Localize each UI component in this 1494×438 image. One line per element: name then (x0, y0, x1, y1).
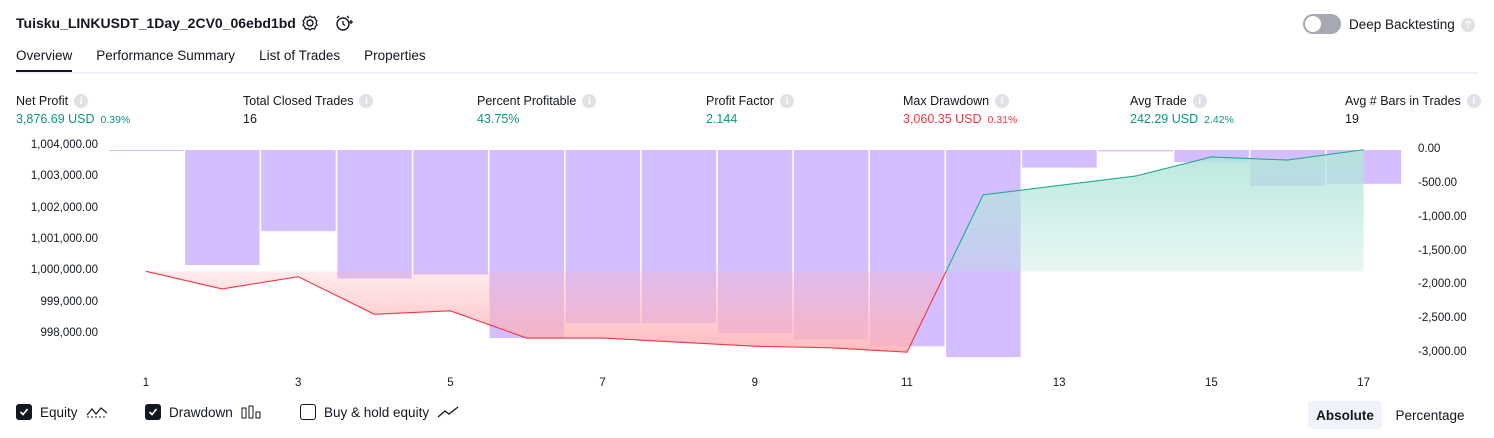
x-axis-tick: 9 (751, 377, 758, 389)
stat-avg-trade: Avg Trade i 242.29 USD 2.42% (1130, 94, 1234, 126)
equity-line-icon (86, 407, 107, 418)
info-icon[interactable]: i (1192, 94, 1207, 108)
left-axis-tick: 999,000.00 (40, 295, 98, 308)
stat-label: Total Closed Trades (243, 94, 354, 108)
left-axis-tick: 1,004,000.00 (30, 139, 98, 151)
tab-performance-summary[interactable]: Performance Summary (96, 48, 235, 73)
stat-value: 2.144 (706, 112, 738, 126)
left-axis-tick: 1,003,000.00 (30, 170, 98, 183)
stat-percent: 2.42% (1204, 114, 1234, 126)
checkbox-checked-icon[interactable] (145, 404, 161, 420)
drawdown-bars-icon (241, 405, 261, 419)
stat-label: Profit Factor (706, 94, 775, 108)
legend-label: Equity (40, 404, 78, 420)
strategy-title: Tuisku_LINKUSDT_1Day_2CV0_06ebd1bd (16, 15, 296, 31)
right-axis-tick: 0.00 (1418, 143, 1441, 155)
legend-label: Buy & hold equity (324, 404, 430, 420)
stat-percent-profitable: Percent Profitable i 43.75% (477, 94, 597, 126)
add-alert-icon[interactable] (334, 13, 354, 33)
right-axis-tick: -3,000.00 (1418, 346, 1467, 358)
stat-value: 19 (1345, 112, 1359, 126)
drawdown-bar (185, 150, 260, 266)
right-axis-tick: -2,000.00 (1418, 278, 1467, 291)
info-icon[interactable]: i (995, 94, 1010, 108)
stat-value: 43.75% (477, 112, 520, 126)
tab-overview[interactable]: Overview (16, 48, 73, 73)
stat-max-drawdown: Max Drawdown i 3,060.35 USD 0.31% (903, 94, 1017, 126)
stat-avg-bars-in-trades: Avg # Bars in Trades i 19 (1345, 94, 1481, 126)
x-axis-tick: 3 (294, 377, 302, 389)
x-axis-tick: 13 (1052, 377, 1066, 389)
stat-label: Avg Trade (1130, 94, 1187, 108)
help-icon[interactable]: ? (1461, 18, 1475, 32)
tab-divider (16, 72, 1478, 74)
info-icon[interactable]: i (359, 94, 374, 108)
x-axis-tick: 7 (599, 377, 606, 389)
right-axis-tick: -1,000.00 (1418, 210, 1467, 223)
info-icon[interactable]: i (780, 94, 795, 108)
left-axis-tick: 998,000.00 (40, 327, 98, 339)
left-axis-tick: 1,000,000.00 (30, 264, 98, 277)
x-axis-tick: 1 (142, 377, 150, 389)
stat-value: 16 (243, 112, 257, 126)
drawdown-bar (109, 150, 184, 151)
checkbox-checked-icon[interactable] (16, 404, 32, 420)
left-axis-tick: 1,002,000.00 (30, 201, 98, 214)
buy-hold-line-icon (437, 406, 459, 418)
loss-area (146, 271, 947, 353)
drawdown-bar (413, 150, 488, 275)
percentage-button[interactable]: Percentage (1386, 401, 1474, 429)
stat-total-closed-trades: Total Closed Trades i 16 (243, 94, 374, 126)
x-axis-tick: 5 (447, 377, 454, 389)
info-icon[interactable]: i (1466, 94, 1481, 108)
stat-value: 3,060.35 USD (903, 112, 982, 126)
stat-profit-factor: Profit Factor i 2.144 (706, 94, 795, 126)
tab-list-of-trades[interactable]: List of Trades (259, 48, 340, 73)
stat-label: Max Drawdown (903, 94, 990, 108)
checkbox-unchecked-icon[interactable] (300, 404, 316, 420)
info-icon[interactable]: i (582, 94, 597, 108)
tab-bar: Overview Performance Summary List of Tra… (16, 48, 426, 73)
info-icon[interactable]: i (74, 94, 89, 108)
stat-value: 242.29 USD (1130, 112, 1199, 126)
legend-label: Drawdown (169, 404, 233, 420)
legend-equity[interactable]: Equity (16, 404, 108, 420)
absolute-button[interactable]: Absolute (1308, 401, 1382, 429)
right-axis-tick: -1,500.00 (1418, 244, 1467, 257)
drawdown-bar (337, 150, 412, 279)
settings-icon[interactable] (300, 13, 320, 33)
drawdown-bar (1022, 150, 1097, 168)
stat-percent: 0.39% (100, 114, 131, 126)
equity-chart[interactable] (0, 135, 1494, 375)
legend-drawdown[interactable]: Drawdown (145, 404, 261, 420)
tab-properties[interactable]: Properties (364, 48, 426, 73)
stat-net-profit: Net Profit i 3,876.69 USD 0.39% (16, 94, 130, 126)
right-axis-tick: -2,500.00 (1418, 312, 1467, 325)
x-axis-tick: 15 (1204, 377, 1218, 389)
stat-label: Avg # Bars in Trades (1345, 94, 1461, 108)
drawdown-bar (261, 150, 336, 232)
right-axis-tick: -500.00 (1418, 176, 1458, 189)
x-axis-tick: 17 (1357, 377, 1370, 389)
deep-backtesting-label: Deep Backtesting (1349, 17, 1455, 32)
deep-backtesting-toggle[interactable] (1303, 14, 1341, 34)
stat-label: Net Profit (16, 94, 69, 108)
x-axis-tick: 11 (901, 377, 913, 389)
left-axis-tick: 1,001,000.00 (30, 233, 98, 245)
stat-label: Percent Profitable (477, 94, 577, 108)
toggle-knob (1305, 16, 1321, 32)
stat-percent: 0.31% (987, 114, 1018, 126)
stat-value: 3,876.69 USD (16, 112, 95, 126)
drawdown-bar (1098, 150, 1173, 152)
legend-buy-hold-equity[interactable]: Buy & hold equity (300, 404, 459, 420)
